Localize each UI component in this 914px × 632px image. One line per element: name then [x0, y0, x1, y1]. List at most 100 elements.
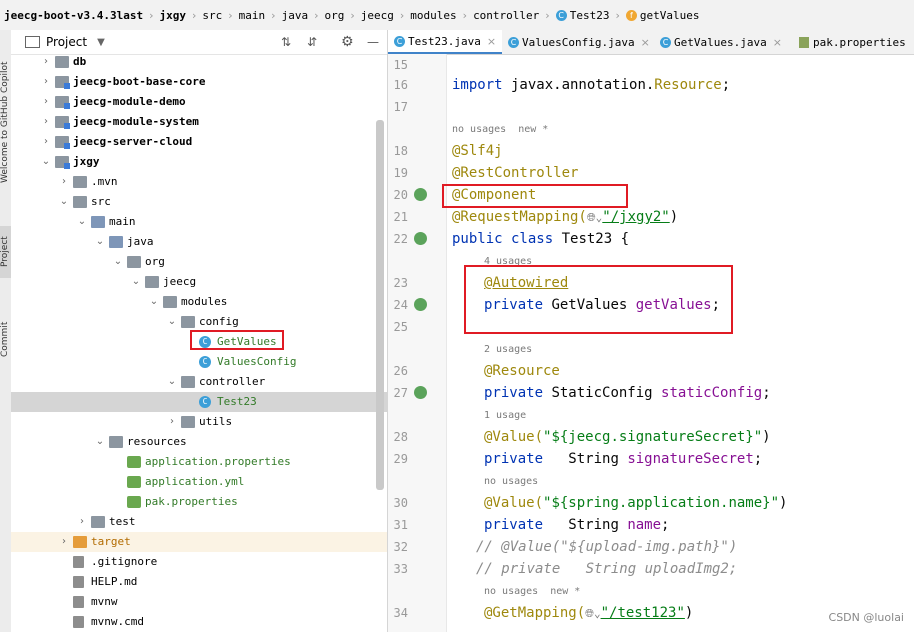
chevron-right-icon[interactable]: › [41, 112, 51, 132]
tree-item[interactable]: ⌄ jxgy [11, 152, 387, 172]
code-line[interactable]: private String name; [484, 514, 669, 536]
tree-item[interactable]: › .mvn [11, 172, 387, 192]
tab-valuesconfig[interactable]: C ValuesConfig.java × [502, 30, 656, 54]
tree-item[interactable]: › jeecg-module-system [11, 112, 387, 132]
code-line[interactable]: @Value("${spring.application.name}") [484, 492, 787, 514]
tree-item[interactable]: › db [11, 52, 387, 72]
tree-item[interactable]: ⌄ org [11, 252, 387, 272]
code-line[interactable]: public class Test23 { [452, 228, 629, 250]
code-comment[interactable]: // @Value("${upload-img.path}") [476, 536, 737, 558]
breadcrumb-item[interactable]: org [320, 9, 348, 22]
autowired-target-icon[interactable] [414, 298, 427, 311]
breadcrumb-item[interactable]: modules [406, 9, 460, 22]
code-line[interactable]: import javax.annotation.Resource; [452, 74, 730, 96]
close-icon[interactable]: × [487, 35, 496, 48]
tree-item[interactable]: C ValuesConfig [11, 352, 387, 372]
chevron-down-icon[interactable]: ⌄ [149, 292, 159, 312]
chevron-down-icon[interactable]: ⌄ [167, 372, 177, 392]
tree-item[interactable]: application.properties [11, 452, 387, 472]
chevron-down-icon[interactable]: ⌄ [59, 192, 69, 212]
chevron-right-icon[interactable]: › [167, 412, 177, 432]
code-line[interactable]: @RestController [452, 162, 578, 184]
copilot-tool-button[interactable]: Welcome to GitHub Copilot [0, 32, 11, 212]
tree-item[interactable]: mvnw.cmd [11, 612, 387, 632]
tree-item[interactable]: ⌄ modules [11, 292, 387, 312]
usage-hint[interactable]: 2 usages [484, 342, 532, 358]
commit-tool-button[interactable]: Commit [0, 315, 11, 363]
breadcrumb-item[interactable]: java [278, 9, 313, 22]
chevron-right-icon[interactable]: › [41, 72, 51, 92]
breadcrumb-item[interactable]: C Test23 [552, 9, 614, 22]
code-line[interactable]: @Resource [484, 360, 560, 382]
breadcrumb-item[interactable]: jxgy [155, 9, 190, 22]
chevron-down-icon[interactable]: ⌄ [95, 232, 105, 252]
usage-hint[interactable]: no usages new * [452, 122, 548, 138]
tree-item[interactable]: pak.properties [11, 492, 387, 512]
tree-item[interactable]: .gitignore [11, 552, 387, 572]
tree-item[interactable]: › target [11, 532, 387, 552]
code-line[interactable]: @Slf4j [452, 140, 503, 162]
vertical-scrollbar[interactable] [376, 120, 384, 490]
usage-hint[interactable]: no usages [484, 474, 538, 490]
minimize-icon[interactable]: — [367, 35, 379, 49]
line-number: 28 [393, 430, 408, 444]
breadcrumb-item[interactable]: src [198, 9, 226, 22]
code-line[interactable]: @GetMapping(🌐︎⌄"/test123") [484, 602, 693, 624]
tree-item[interactable]: ⌄ jeecg [11, 272, 387, 292]
chevron-right-icon[interactable]: › [41, 52, 51, 72]
code-line[interactable]: @Value("${jeecg.signatureSecret}") [484, 426, 771, 448]
code-line[interactable]: private StaticConfig staticConfig; [484, 382, 771, 404]
tree-item[interactable]: › test [11, 512, 387, 532]
breadcrumb-item[interactable]: main [235, 9, 270, 22]
chevron-right-icon[interactable]: › [77, 512, 87, 532]
tree-item[interactable]: › jeecg-server-cloud [11, 132, 387, 152]
code-line[interactable]: @RequestMapping(🌐︎⌄"/jxgy2") [452, 206, 678, 228]
code-comment[interactable]: // private String uploadImg2; [476, 558, 737, 580]
tab-getvalues[interactable]: C GetValues.java × [654, 30, 788, 54]
close-icon[interactable]: × [773, 36, 782, 49]
expand-all-icon[interactable]: ⇅ [281, 35, 291, 49]
chevron-down-icon[interactable]: ⌄ [41, 152, 51, 172]
panel-title[interactable]: Project [46, 35, 87, 49]
gear-icon[interactable]: ⚙ [341, 34, 354, 50]
tab-test23[interactable]: C Test23.java × [388, 30, 503, 54]
collapse-all-icon[interactable]: ⇵ [307, 35, 317, 49]
tree-item[interactable]: ⌄ resources [11, 432, 387, 452]
breadcrumb-item[interactable]: jeecg [357, 9, 398, 22]
chevron-down-icon[interactable]: ⌄ [131, 272, 141, 292]
chevron-down-icon[interactable]: ▼ [97, 37, 105, 48]
tree-item[interactable]: ⌄ java [11, 232, 387, 252]
spring-bean-icon[interactable] [414, 232, 427, 245]
tree-item-label: .mvn [91, 175, 118, 188]
autowired-target-icon[interactable] [414, 386, 427, 399]
chevron-right-icon[interactable]: › [41, 132, 51, 152]
tree-item[interactable]: ⌄ config [11, 312, 387, 332]
chevron-down-icon[interactable]: ⌄ [77, 212, 87, 232]
project-tool-button[interactable]: Project [0, 226, 11, 278]
tree-item[interactable]: C Test23 [11, 392, 387, 412]
breadcrumb-item[interactable]: controller [469, 9, 543, 22]
spring-bean-icon[interactable] [414, 188, 427, 201]
tree-item[interactable]: › jeecg-module-demo [11, 92, 387, 112]
code-line[interactable]: private String signatureSecret; [484, 448, 762, 470]
close-icon[interactable]: × [641, 36, 650, 49]
usage-hint[interactable]: 1 usage [484, 408, 526, 424]
tree-item[interactable]: › jeecg-boot-base-core [11, 72, 387, 92]
tree-item[interactable]: ⌄ controller [11, 372, 387, 392]
tree-item[interactable]: mvnw [11, 592, 387, 612]
tree-item[interactable]: application.yml [11, 472, 387, 492]
tree-item[interactable]: › utils [11, 412, 387, 432]
tree-item[interactable]: HELP.md [11, 572, 387, 592]
breadcrumb-item[interactable]: f getValues [622, 9, 704, 22]
breadcrumb-item[interactable]: jeecg-boot-v3.4.3last [0, 9, 147, 22]
tree-item[interactable]: ⌄ main [11, 212, 387, 232]
chevron-right-icon[interactable]: › [59, 532, 69, 552]
tab-pak-properties[interactable]: pak.properties [793, 30, 912, 54]
chevron-right-icon[interactable]: › [41, 92, 51, 112]
tree-item[interactable]: ⌄ src [11, 192, 387, 212]
chevron-down-icon[interactable]: ⌄ [95, 432, 105, 452]
chevron-down-icon[interactable]: ⌄ [167, 312, 177, 332]
chevron-right-icon[interactable]: › [59, 172, 69, 192]
usage-hint[interactable]: no usages new * [484, 584, 580, 600]
chevron-down-icon[interactable]: ⌄ [113, 252, 123, 272]
